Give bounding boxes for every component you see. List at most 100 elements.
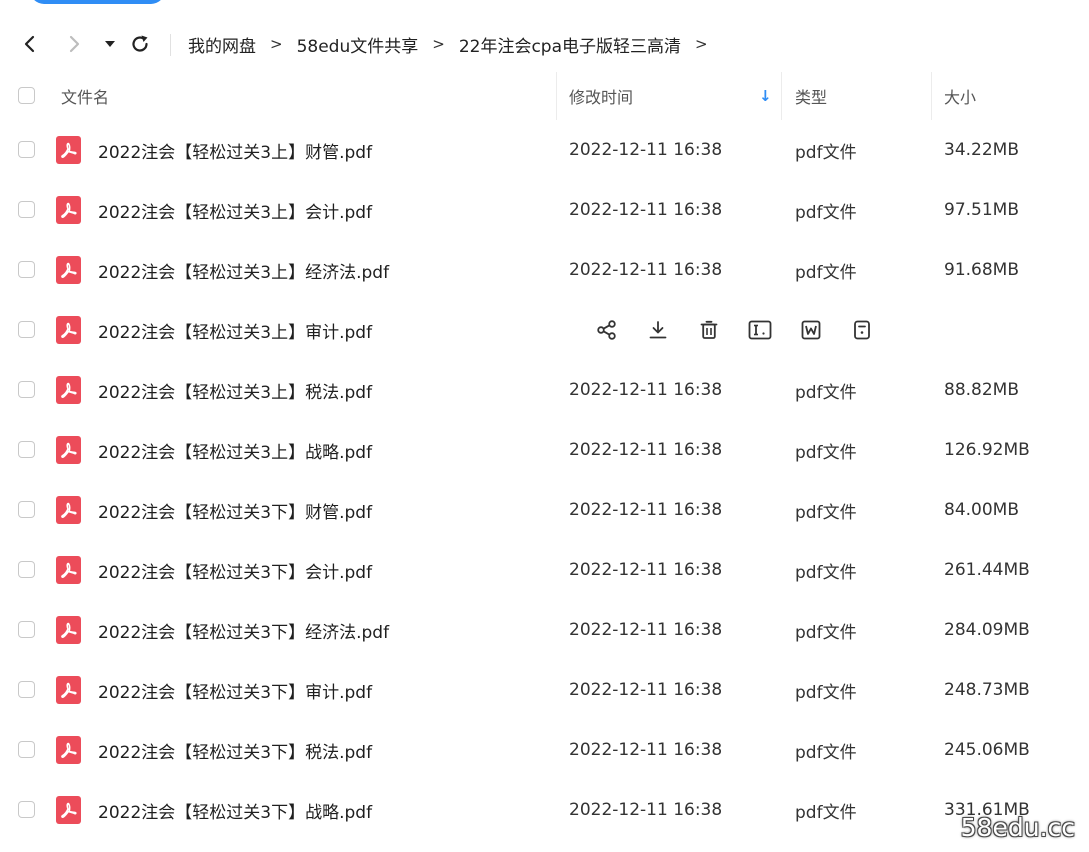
- file-size: 245.06MB: [944, 740, 1030, 760]
- breadcrumb-separator: >: [432, 35, 445, 53]
- column-header-time[interactable]: 修改时间: [569, 72, 633, 120]
- more-button[interactable]: [849, 317, 875, 343]
- history-dropdown-button[interactable]: [96, 30, 124, 58]
- row-checkbox[interactable]: [18, 741, 35, 758]
- row-checkbox[interactable]: [18, 321, 35, 338]
- file-name[interactable]: 2022注会【轻松过关3上】会计.pdf: [98, 180, 372, 240]
- row-checkbox[interactable]: [18, 201, 35, 218]
- download-button[interactable]: [645, 317, 671, 343]
- table-row[interactable]: 2022注会【轻松过关3上】经济法.pdf 2022-12-11 16:38 pdf…: [0, 240, 1089, 300]
- file-type: pdf文件: [795, 622, 857, 643]
- file-name[interactable]: 2022注会【轻松过关3上】经济法.pdf: [98, 240, 389, 300]
- row-checkbox[interactable]: [18, 681, 35, 698]
- row-checkbox[interactable]: [18, 261, 35, 278]
- back-button[interactable]: [16, 30, 44, 58]
- column-divider[interactable]: [556, 72, 557, 120]
- column-header-type[interactable]: 类型: [795, 72, 827, 120]
- table-row[interactable]: 2022注会【轻松过关3下】财管.pdf 2022-12-11 16:38 pdf文…: [0, 480, 1089, 540]
- column-divider[interactable]: [931, 72, 932, 120]
- modified-time: 2022-12-11 16:38: [569, 380, 723, 400]
- pdf-file-icon: [56, 556, 81, 584]
- row-checkbox[interactable]: [18, 561, 35, 578]
- pdf-logo-icon: [61, 622, 77, 638]
- file-name[interactable]: 2022注会【轻松过关3下】审计.pdf: [98, 660, 372, 720]
- sort-arrow-icon[interactable]: ↓: [759, 72, 772, 120]
- open-doc-button[interactable]: [798, 317, 824, 343]
- table-row[interactable]: 2022注会【轻松过关3下】经济法.pdf 2022-12-11 16:38 pdf…: [0, 600, 1089, 660]
- row-checkbox[interactable]: [18, 621, 35, 638]
- chevron-left-icon: [24, 35, 35, 53]
- row-checkbox[interactable]: [18, 501, 35, 518]
- pdf-file-icon: [56, 316, 81, 344]
- pdf-file-icon: [56, 796, 81, 824]
- file-type: pdf文件: [795, 682, 857, 703]
- pdf-logo-icon: [61, 682, 77, 698]
- table-row[interactable]: 2022注会【轻松过关3上】税法.pdf 2022-12-11 16:38 pdf文…: [0, 360, 1089, 420]
- file-name[interactable]: 2022注会【轻松过关3下】财管.pdf: [98, 480, 372, 540]
- breadcrumb-item-current-folder[interactable]: 22年注会cpa电子版轻三高清: [459, 32, 681, 57]
- file-type: pdf文件: [795, 142, 857, 163]
- pdf-logo-icon: [61, 742, 77, 758]
- nav-divider: [170, 34, 171, 56]
- file-size: 84.00MB: [944, 500, 1019, 520]
- table-row[interactable]: 2022注会【轻松过关3下】税法.pdf 2022-12-11 16:38 pdf文…: [0, 720, 1089, 780]
- table-row[interactable]: 2022注会【轻松过关3下】战略.pdf 2022-12-11 16:38 pdf文…: [0, 780, 1089, 840]
- file-name[interactable]: 2022注会【轻松过关3下】战略.pdf: [98, 780, 372, 840]
- column-divider[interactable]: [781, 72, 782, 120]
- file-name[interactable]: 2022注会【轻松过关3上】审计.pdf: [98, 300, 372, 360]
- pdf-file-icon: [56, 676, 81, 704]
- column-header-name[interactable]: 文件名: [61, 72, 109, 120]
- row-checkbox[interactable]: [18, 801, 35, 818]
- modified-time: 2022-12-11 16:38: [569, 260, 723, 280]
- file-name[interactable]: 2022注会【轻松过关3上】战略.pdf: [98, 420, 372, 480]
- file-name[interactable]: 2022注会【轻松过关3下】经济法.pdf: [98, 600, 389, 660]
- row-checkbox[interactable]: [18, 141, 35, 158]
- modified-time: 2022-12-11 16:38: [569, 620, 723, 640]
- breadcrumb-separator: >: [695, 35, 708, 53]
- row-checkbox[interactable]: [18, 381, 35, 398]
- select-all-checkbox[interactable]: [18, 87, 35, 104]
- delete-button[interactable]: [696, 317, 722, 343]
- modified-time: 2022-12-11 16:38: [569, 740, 723, 760]
- file-type: pdf文件: [795, 262, 857, 283]
- pdf-logo-icon: [61, 262, 77, 278]
- refresh-button[interactable]: [126, 30, 154, 58]
- pdf-file-icon: [56, 256, 81, 284]
- table-row[interactable]: 2022注会【轻松过关3上】财管.pdf 2022-12-11 16:38 pdf文…: [0, 120, 1089, 180]
- column-header-size[interactable]: 大小: [944, 72, 976, 120]
- pdf-logo-icon: [61, 142, 77, 158]
- table-row[interactable]: 2022注会【轻松过关3上】会计.pdf 2022-12-11 16:38 pdf文…: [0, 180, 1089, 240]
- top-accent-button[interactable]: [30, 0, 165, 4]
- modified-time: 2022-12-11 16:38: [569, 680, 723, 700]
- table-row[interactable]: 2022注会【轻松过关3上】战略.pdf 2022-12-11 16:38 pdf文…: [0, 420, 1089, 480]
- pdf-file-icon: [56, 136, 81, 164]
- pdf-logo-icon: [61, 202, 77, 218]
- file-type: pdf文件: [795, 442, 857, 463]
- pdf-file-icon: [56, 376, 81, 404]
- table-row[interactable]: 2022注会【轻松过关3下】审计.pdf 2022-12-11 16:38 pdf文…: [0, 660, 1089, 720]
- table-row[interactable]: 2022注会【轻松过关3下】会计.pdf 2022-12-11 16:38 pdf文…: [0, 540, 1089, 600]
- breadcrumb-item-shared-folder[interactable]: 58edu文件共享: [297, 32, 419, 57]
- pdf-logo-icon: [61, 382, 77, 398]
- breadcrumb-item-root[interactable]: 我的网盘: [188, 32, 256, 57]
- file-name[interactable]: 2022注会【轻松过关3下】税法.pdf: [98, 720, 372, 780]
- forward-button[interactable]: [60, 30, 88, 58]
- table-row[interactable]: 2022注会【轻松过关3上】审计.pdf: [0, 300, 1089, 360]
- rename-button[interactable]: [747, 317, 773, 343]
- navigation-bar: 我的网盘 > 58edu文件共享 > 22年注会cpa电子版轻三高清 >: [0, 24, 1089, 64]
- share-button[interactable]: [594, 317, 620, 343]
- file-name[interactable]: 2022注会【轻松过关3下】会计.pdf: [98, 540, 372, 600]
- file-name[interactable]: 2022注会【轻松过关3上】财管.pdf: [98, 120, 372, 180]
- pdf-logo-icon: [61, 442, 77, 458]
- watermark: 58edu.cc: [960, 813, 1075, 842]
- row-checkbox[interactable]: [18, 441, 35, 458]
- modified-time: 2022-12-11 16:38: [569, 500, 723, 520]
- modified-time: 2022-12-11 16:38: [569, 800, 723, 820]
- file-name[interactable]: 2022注会【轻松过关3上】税法.pdf: [98, 360, 372, 420]
- pdf-file-icon: [56, 496, 81, 524]
- file-size: 248.73MB: [944, 680, 1030, 700]
- rename-icon: [748, 320, 772, 340]
- file-type: pdf文件: [795, 202, 857, 223]
- modified-time: 2022-12-11 16:38: [569, 200, 723, 220]
- pdf-logo-icon: [61, 502, 77, 518]
